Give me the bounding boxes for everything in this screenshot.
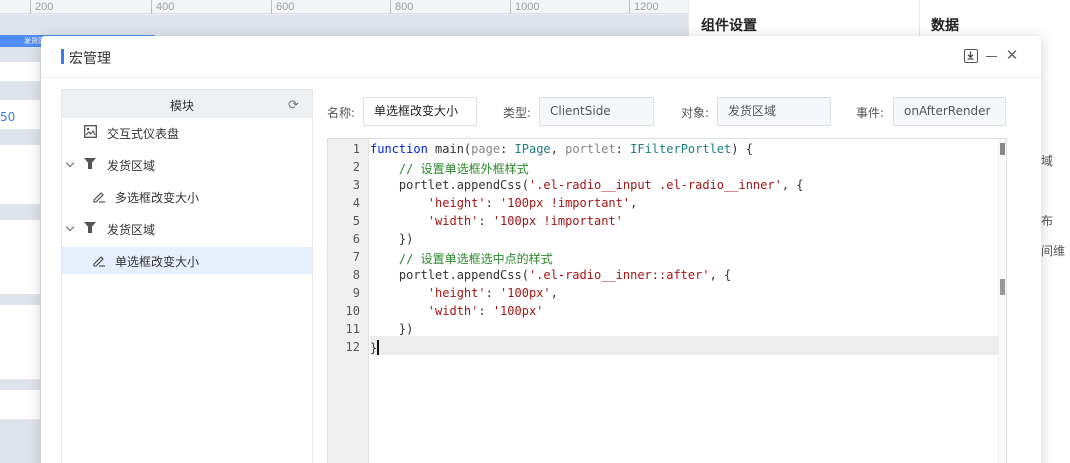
tree-item-label: 发货区域	[107, 223, 156, 237]
code-line: function main(page: IPage, portlet: IFil…	[370, 142, 753, 156]
code-line: portlet.appendCss('.el-radio__inner::aft…	[370, 268, 732, 282]
object-field: 发货区域	[717, 97, 831, 126]
event-field: onAfterRender	[893, 97, 1006, 126]
code-line: 'height': '100px !important',	[370, 196, 638, 210]
code-line: 'width': '100px !important'	[370, 214, 623, 228]
minimize-icon[interactable]	[985, 49, 999, 63]
tree-item-checkbox-resize[interactable]: 多选框改变大小	[62, 183, 312, 210]
module-header-label: 模块	[169, 99, 194, 113]
ruler-tick	[151, 0, 152, 14]
code-line: 'width': '100px'	[370, 304, 544, 318]
panel-text-fragment: 间维	[1041, 244, 1066, 258]
ruler-tick	[271, 0, 272, 14]
code-comment: // 设置单选框外框样式	[370, 162, 529, 176]
tree-item-shipping-area-1[interactable]: 发货区域	[62, 151, 312, 178]
tree-item-label: 发货区域	[107, 159, 156, 173]
refresh-icon[interactable]: ⟳	[288, 98, 299, 113]
line-number: 1	[352, 142, 360, 156]
scrollbar-position-marker	[1000, 279, 1005, 295]
chevron-down-icon[interactable]	[65, 222, 75, 232]
ruler-label: 200	[35, 1, 54, 13]
panel-text-fragment: 布	[1041, 214, 1054, 228]
filter-icon	[84, 221, 98, 235]
background-card	[0, 305, 40, 380]
dialog-header: 宏管理 ✕	[41, 36, 1041, 78]
background-number: 50	[0, 110, 16, 124]
line-number: 5	[352, 214, 360, 228]
line-number: 6	[352, 232, 360, 246]
ruler-tick	[510, 0, 511, 14]
tree-item-label: 单选框改变大小	[115, 255, 200, 269]
close-icon[interactable]: ✕	[1005, 48, 1019, 63]
event-label: 事件:	[856, 106, 885, 120]
ruler-tick	[629, 0, 630, 14]
edit-script-icon	[92, 253, 106, 267]
editor-scrollbar[interactable]	[998, 139, 1006, 463]
tree-item-radio-resize[interactable]: 单选框改变大小	[62, 247, 312, 274]
ruler-label: 1000	[515, 1, 540, 13]
line-number: 7	[352, 250, 360, 264]
horizontal-ruler: 200 400 600 800 1000 1200	[0, 0, 688, 14]
name-input[interactable]: 单选框改变大小	[363, 97, 477, 126]
ruler-label: 800	[395, 1, 414, 13]
line-number: 4	[352, 196, 360, 210]
background-card	[0, 390, 40, 420]
code-line: })	[370, 322, 414, 336]
tree-item-shipping-area-2[interactable]: 发货区域	[62, 215, 312, 242]
edit-script-icon	[92, 189, 106, 203]
dialog-title: 宏管理	[69, 51, 111, 67]
code-line: portlet.appendCss('.el-radio__input .el-…	[370, 178, 804, 192]
ruler-label: 1200	[634, 1, 659, 13]
code-comment: // 设置单选框选中点的样式	[370, 252, 553, 266]
data-title[interactable]: 数据	[931, 15, 959, 35]
code-line: })	[370, 232, 414, 246]
filter-icon	[84, 157, 98, 171]
ruler-label: 600	[276, 1, 295, 13]
panel-divider	[919, 0, 920, 40]
code-editor[interactable]: 1 2 3 4 5 6 7 8 9 10 11 12 function main…	[327, 138, 1007, 463]
code-line: }	[370, 340, 380, 355]
tree-item-label: 交互式仪表盘	[107, 127, 180, 141]
background-card	[0, 220, 40, 295]
line-number: 2	[352, 160, 360, 174]
active-line-highlight	[370, 336, 1000, 355]
title-accent-bar	[61, 49, 64, 64]
tree-item-label: 多选框改变大小	[115, 191, 200, 205]
type-field: ClientSide	[539, 97, 654, 126]
download-icon[interactable]	[964, 49, 978, 63]
name-label: 名称:	[327, 106, 356, 120]
panel-text-fragment: 域	[1041, 154, 1054, 168]
background-card	[0, 145, 40, 205]
line-number: 3	[352, 178, 360, 192]
chevron-down-icon[interactable]	[65, 158, 75, 168]
line-number: 10	[345, 304, 360, 318]
module-panel-header: 模块 ⟳	[62, 90, 312, 118]
module-tree-panel: 模块 ⟳ 交互式仪表盘 发货区域 多选框改变大小 发货区域 单选框改变大小	[61, 89, 313, 463]
object-label: 对象:	[681, 106, 710, 120]
code-line: 'height': '100px',	[370, 286, 558, 300]
line-number: 9	[352, 286, 360, 300]
type-label: 类型:	[503, 106, 532, 120]
background-card	[0, 62, 40, 82]
macro-management-dialog: 宏管理 ✕ 模块 ⟳ 交互式仪表盘 发货区域 多选框改变大小 发货区域 单选框改…	[41, 36, 1041, 463]
ruler-tick	[390, 0, 391, 14]
dashboard-icon	[84, 125, 98, 139]
tree-item-dashboard[interactable]: 交互式仪表盘	[62, 119, 312, 146]
ruler-tick	[30, 0, 31, 14]
scrollbar-thumb[interactable]	[1000, 143, 1005, 155]
line-number: 11	[345, 322, 360, 336]
line-number: 12	[345, 340, 360, 354]
text-cursor	[377, 340, 380, 355]
ruler-label: 400	[156, 1, 175, 13]
component-settings-title[interactable]: 组件设置	[701, 15, 757, 35]
line-number-gutter: 1 2 3 4 5 6 7 8 9 10 11 12	[328, 139, 369, 463]
line-number: 8	[352, 268, 360, 282]
